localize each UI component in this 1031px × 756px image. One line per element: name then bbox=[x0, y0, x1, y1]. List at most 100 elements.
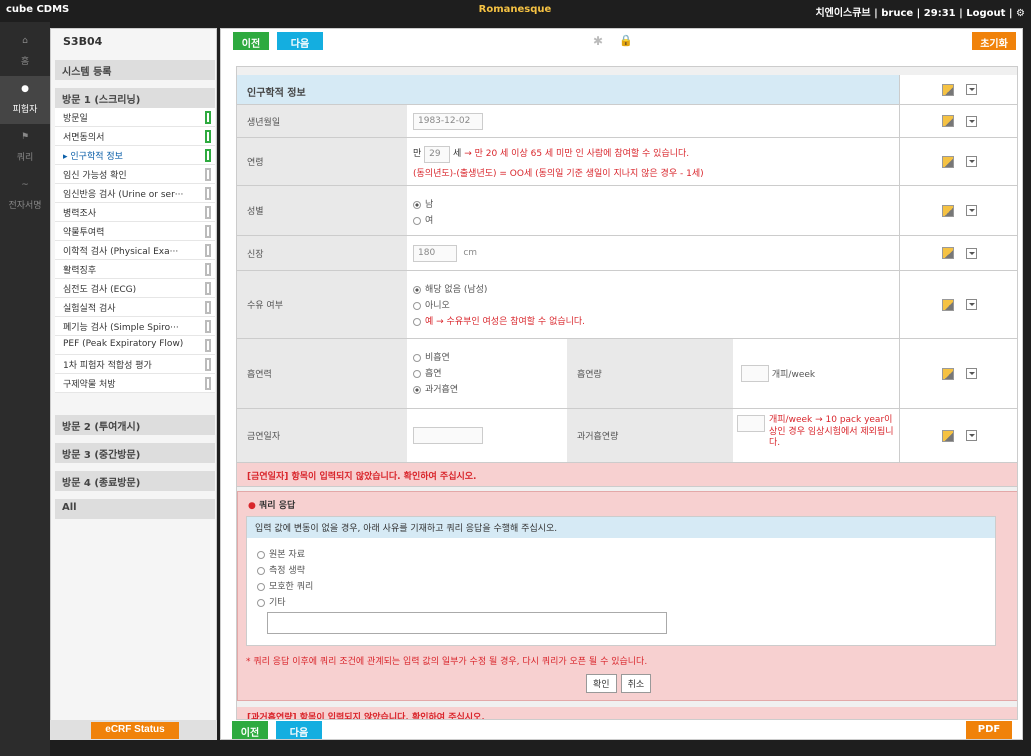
dropdown-icon[interactable] bbox=[966, 368, 977, 379]
row-actions bbox=[899, 271, 1017, 338]
sidebar-item[interactable]: 1차 피험자 적합성 평가 bbox=[55, 355, 215, 374]
row-actions bbox=[899, 409, 1017, 462]
sidebar-item[interactable]: 임신반응 검사 (Urine or ser··· bbox=[55, 184, 215, 203]
edit-icon[interactable] bbox=[942, 367, 954, 380]
query-opt-3[interactable]: 모호한 쿼리 bbox=[257, 579, 985, 592]
all-visits[interactable]: All bbox=[55, 499, 215, 519]
sidebar-item[interactable]: 서면동의서 bbox=[55, 127, 215, 146]
subject-id: S3B04 bbox=[63, 35, 103, 48]
smoking-amount-unit: 개피/week bbox=[771, 370, 816, 380]
query-textarea[interactable] bbox=[267, 612, 667, 634]
smoking-row: 흡연력 비흡연 흡연 과거흡연 흡연량 개피/week bbox=[237, 339, 1017, 409]
reset-button[interactable]: 초기화 bbox=[972, 32, 1016, 50]
warning-row: [금연일자] 항목이 입력되지 않았습니다. 확인하여 주십시오. bbox=[237, 463, 1017, 487]
nav-subject[interactable]: ● 피험자 bbox=[0, 76, 50, 124]
sidebar-item[interactable]: 이학적 검사 (Physical Exa··· bbox=[55, 241, 215, 260]
height-unit: cm bbox=[463, 248, 478, 258]
sidebar-item[interactable]: 폐기능 검사 (Simple Spiro··· bbox=[55, 317, 215, 336]
sidebar-item[interactable]: 약물투여력 bbox=[55, 222, 215, 241]
pdf-button[interactable]: PDF bbox=[966, 721, 1012, 739]
sidebar-item[interactable]: PEF (Peak Expiratory Flow) bbox=[55, 336, 215, 355]
sidebar-item[interactable]: 구제약물 처방 bbox=[55, 374, 215, 393]
query-instruction: 입력 값에 변동이 없을 경우, 아래 사유를 기재하고 쿼리 응답을 수행해 … bbox=[247, 517, 995, 538]
query-note: * 쿼리 응답 이후에 쿼리 조건에 관계되는 입력 값의 일부가 수정 될 경… bbox=[246, 657, 648, 667]
warning-text-2: [과거흡연량] 항목이 입력되지 않았습니다. 확인하여 주십시오. bbox=[247, 713, 485, 720]
visit-1-header[interactable]: 방문 1 (스크리닝) bbox=[55, 88, 215, 108]
sidebar-item[interactable]: 실험실적 검사 bbox=[55, 298, 215, 317]
sidebar-item-current[interactable]: ▸ 인구학적 정보 bbox=[55, 146, 215, 165]
dropdown-icon[interactable] bbox=[966, 205, 977, 216]
sidebar-item[interactable]: 심전도 검사 (ECG) bbox=[55, 279, 215, 298]
prev-button-bottom[interactable]: 이전 bbox=[232, 721, 268, 739]
nav-home[interactable]: ⌂ 홈 bbox=[0, 28, 50, 76]
dropdown-icon[interactable] bbox=[966, 247, 977, 259]
query-panel: ● 쿼리 응답 입력 값에 변동이 없을 경우, 아래 사유를 기재하고 쿼리 … bbox=[237, 491, 1017, 701]
sidebar-item[interactable]: 방문일 bbox=[55, 108, 215, 127]
sidebar-item[interactable]: 병력조사 bbox=[55, 203, 215, 222]
edit-icon[interactable] bbox=[942, 204, 954, 217]
birth-input[interactable]: 1983-12-02 bbox=[413, 112, 483, 130]
user-icon: ● bbox=[21, 84, 29, 94]
dropdown-icon[interactable] bbox=[966, 299, 977, 310]
birth-label: 생년월일 bbox=[237, 105, 407, 137]
lactation-opt-2[interactable]: 아니오 bbox=[413, 298, 585, 311]
edit-icon[interactable] bbox=[942, 155, 954, 168]
edit-icon[interactable] bbox=[942, 247, 954, 259]
visit-4-header[interactable]: 방문 4 (종료방문) bbox=[55, 471, 215, 491]
next-button-bottom[interactable]: 다음 bbox=[276, 721, 322, 739]
nav-query[interactable]: ⚑ 쿼리 bbox=[0, 124, 50, 172]
past-amount-label: 과거흡연량 bbox=[567, 409, 733, 462]
gear-icon[interactable]: ⚙ bbox=[1016, 8, 1025, 19]
height-input[interactable]: 180 bbox=[413, 244, 457, 262]
lactation-opt-3[interactable]: 예 → 수유부인 여성은 참여할 수 없습니다. bbox=[413, 314, 585, 327]
signature-icon: ~ bbox=[21, 180, 29, 190]
user-info[interactable]: 치엔이스큐브 | bruce | 29:31 | Logout | ⚙ bbox=[815, 4, 1025, 19]
visit-3-header[interactable]: 방문 3 (중간방문) bbox=[55, 443, 215, 463]
smoking-opt-2[interactable]: 흡연 bbox=[413, 366, 567, 379]
dropdown-icon[interactable] bbox=[966, 430, 977, 441]
quit-date-label: 금연일자 bbox=[237, 409, 407, 462]
row-actions bbox=[899, 339, 1017, 408]
row-actions bbox=[899, 236, 1017, 270]
cancel-button[interactable]: 취소 bbox=[620, 674, 652, 693]
edit-icon[interactable] bbox=[942, 298, 954, 311]
dropdown-icon[interactable] bbox=[966, 156, 977, 167]
sidebar-item[interactable]: 활력징후 bbox=[55, 260, 215, 279]
home-icon: ⌂ bbox=[22, 36, 28, 46]
lock-icon: 🔒 bbox=[619, 34, 633, 47]
edit-icon[interactable] bbox=[942, 115, 954, 127]
lactation-row: 수유 여부 해당 없음 (남성) 아니오 예 → 수유부인 여성은 참여할 수 … bbox=[237, 271, 1017, 339]
next-button-top[interactable]: 다음 bbox=[277, 32, 323, 50]
past-amount-input[interactable] bbox=[737, 415, 765, 432]
prev-button-top[interactable]: 이전 bbox=[233, 32, 269, 50]
smoking-opt-1[interactable]: 비흡연 bbox=[413, 350, 567, 363]
age-input[interactable]: 29 bbox=[424, 146, 451, 163]
quit-date-input[interactable] bbox=[413, 427, 483, 444]
query-opt-4[interactable]: 기타 bbox=[257, 595, 985, 608]
smoking-amount-input[interactable] bbox=[741, 365, 769, 382]
age-row: 연령 만 29 세 → 만 20 세 이상 65 세 미만 인 사람에 참여할 … bbox=[237, 138, 1017, 186]
flag-icon: ⚑ bbox=[20, 132, 30, 142]
smoking-opt-3[interactable]: 과거흡연 bbox=[413, 382, 567, 395]
dropdown-icon[interactable] bbox=[966, 115, 977, 127]
visit-2-header[interactable]: 방문 2 (투여개시) bbox=[55, 415, 215, 435]
sex-male[interactable]: 남 bbox=[413, 197, 433, 210]
age-note: → 만 20 세 이상 65 세 미만 인 사람에 참여할 수 있습니다. bbox=[464, 149, 690, 159]
height-label: 신장 bbox=[237, 236, 407, 270]
ecrf-status-button[interactable]: eCRF Status bbox=[91, 722, 179, 739]
system-registration[interactable]: 시스템 등록 bbox=[55, 60, 215, 80]
quit-date-row: 금연일자 과거흡연량 개피/week → 10 pack year이상인 경우 … bbox=[237, 409, 1017, 463]
sidebar-item[interactable]: 임신 가능성 확인 bbox=[55, 165, 215, 184]
lactation-opt-1[interactable]: 해당 없음 (남성) bbox=[413, 282, 585, 295]
dropdown-icon[interactable] bbox=[966, 84, 977, 95]
nav-esign[interactable]: ~ 전자서명 bbox=[0, 172, 50, 220]
query-title: 쿼리 응답 bbox=[259, 501, 296, 511]
query-opt-2[interactable]: 측정 생략 bbox=[257, 563, 985, 576]
edit-icon[interactable] bbox=[942, 429, 954, 442]
sex-row: 성별 남 여 bbox=[237, 186, 1017, 236]
query-opt-1[interactable]: 원본 자료 bbox=[257, 547, 985, 560]
age-suffix: 세 bbox=[453, 149, 462, 159]
sex-female[interactable]: 여 bbox=[413, 213, 433, 226]
confirm-button[interactable]: 확인 bbox=[586, 674, 617, 693]
edit-icon[interactable] bbox=[942, 83, 954, 96]
